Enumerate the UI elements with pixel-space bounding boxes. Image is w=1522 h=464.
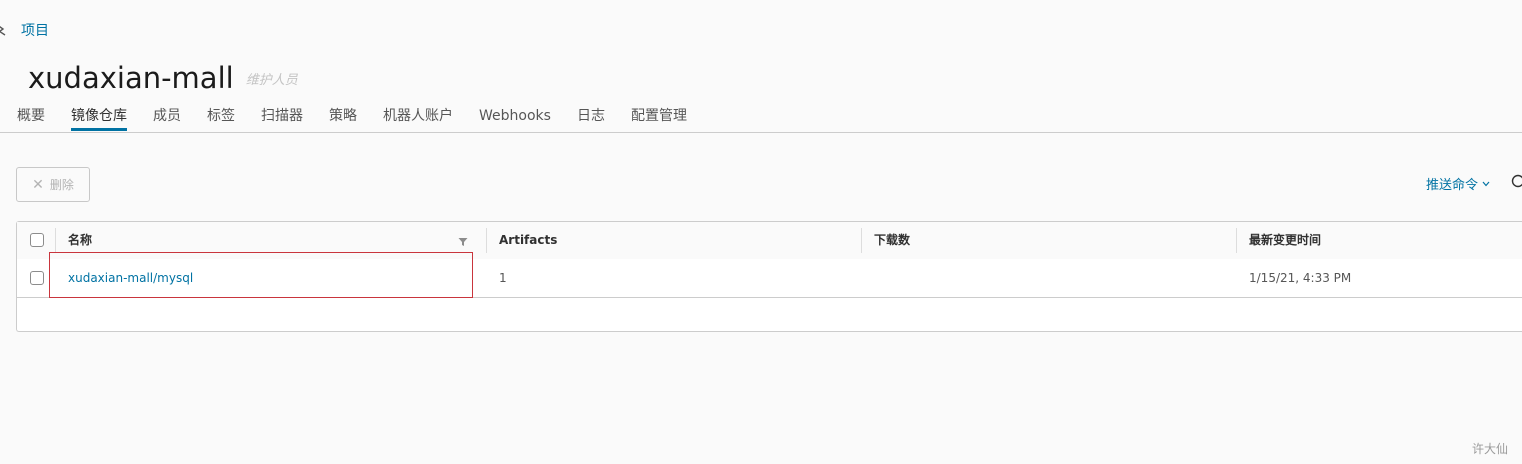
tab-repositories[interactable]: 镜像仓库 xyxy=(71,104,127,131)
tab-policy[interactable]: 策略 xyxy=(329,104,357,130)
column-divider xyxy=(55,228,56,253)
tab-bar: 概要 镜像仓库 成员 标签 扫描器 策略 机器人账户 Webhooks 日志 配… xyxy=(0,104,1522,133)
repository-page: 项目 xudaxian-mall 维护人员 概要 镜像仓库 成员 标签 扫描器 … xyxy=(0,0,1522,464)
repository-table: 名称 Artifacts 下载数 最新变更时间 xudaxian-mall/my… xyxy=(16,221,1522,332)
chevron-down-icon xyxy=(1482,181,1490,186)
table-header: 名称 Artifacts 下载数 最新变更时间 xyxy=(17,222,1522,260)
refresh-icon[interactable] xyxy=(1511,174,1522,188)
tab-configuration[interactable]: 配置管理 xyxy=(631,104,687,130)
tab-webhooks[interactable]: Webhooks xyxy=(479,104,551,130)
role-label: 维护人员 xyxy=(245,73,298,88)
tab-summary[interactable]: 概要 xyxy=(17,104,45,130)
repository-name-link[interactable]: xudaxian-mall/mysql xyxy=(68,259,193,297)
column-divider xyxy=(861,228,862,253)
filter-icon[interactable] xyxy=(458,237,468,247)
tab-logs[interactable]: 日志 xyxy=(577,104,605,130)
row-checkbox[interactable] xyxy=(30,271,44,285)
column-divider xyxy=(486,228,487,253)
tab-members[interactable]: 成员 xyxy=(153,104,181,130)
tab-labels[interactable]: 标签 xyxy=(207,104,235,130)
tab-scanner[interactable]: 扫描器 xyxy=(261,104,303,130)
back-arrow-icon[interactable] xyxy=(0,22,6,36)
close-icon: ✕ xyxy=(32,176,44,193)
delete-button[interactable]: ✕ 删除 xyxy=(16,167,90,202)
select-all-checkbox[interactable] xyxy=(30,233,44,247)
column-header-name[interactable]: 名称 xyxy=(68,222,92,259)
delete-button-label: 删除 xyxy=(49,178,74,192)
column-header-updated[interactable]: 最新变更时间 xyxy=(1249,222,1321,259)
column-divider xyxy=(1236,228,1237,253)
table-row: xudaxian-mall/mysql 1 1/15/21, 4:33 PM xyxy=(17,259,1522,298)
push-command-label: 推送命令 xyxy=(1426,178,1479,193)
title-row: xudaxian-mall 维护人员 xyxy=(28,58,298,98)
page-title: xudaxian-mall xyxy=(28,61,234,95)
push-command-dropdown[interactable]: 推送命令 xyxy=(1426,174,1490,193)
watermark: 许大仙 xyxy=(1472,442,1509,456)
artifacts-count: 1 xyxy=(499,271,507,285)
tab-robot-accounts[interactable]: 机器人账户 xyxy=(383,104,453,130)
column-header-downloads[interactable]: 下载数 xyxy=(874,222,910,259)
breadcrumb-project-link[interactable]: 项目 xyxy=(21,20,49,40)
column-header-artifacts[interactable]: Artifacts xyxy=(499,222,557,259)
updated-time: 1/15/21, 4:33 PM xyxy=(1249,271,1352,285)
